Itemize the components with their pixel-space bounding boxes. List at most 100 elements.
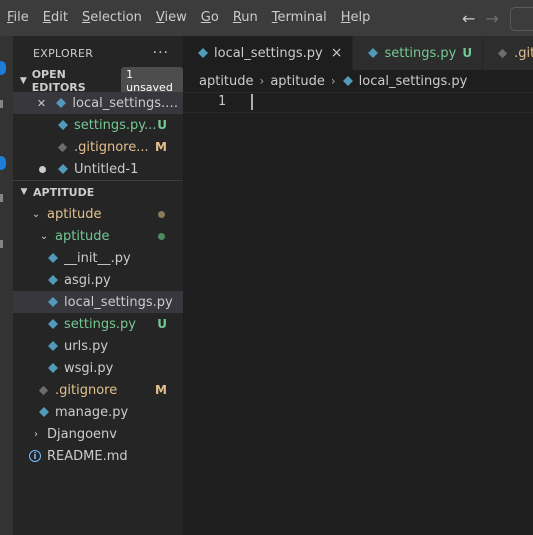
untracked-status: U	[462, 46, 473, 60]
modified-dot-icon	[158, 210, 165, 218]
tree-folder-aptitude-inner[interactable]: ⌄ aptitude	[13, 225, 183, 247]
tree-file-readme[interactable]: i README.md	[13, 445, 183, 467]
workspace-header[interactable]: ▼ APTITUDE	[13, 181, 183, 203]
workspace-label: APTITUDE	[33, 185, 95, 199]
open-editors-header[interactable]: ▼ OPEN EDITORS 1 unsaved	[13, 67, 183, 95]
modified-status: M	[155, 140, 167, 154]
run-debug-icon[interactable]	[0, 194, 3, 202]
python-icon	[48, 363, 58, 373]
source-control-badge-icon[interactable]	[0, 156, 6, 170]
python-icon	[58, 120, 68, 130]
modified-status: M	[155, 383, 167, 397]
tree-item-label: settings.py	[64, 316, 136, 332]
explorer-title: EXPLORER	[33, 46, 94, 60]
chevron-down-icon: ▼	[20, 187, 28, 197]
tree-file-wsgi[interactable]: wsgi.py	[13, 357, 183, 379]
tree-item-label: wsgi.py	[64, 360, 114, 376]
menu-run[interactable]: Run	[226, 0, 265, 36]
python-icon	[58, 164, 68, 174]
open-editor-local-settings[interactable]: ✕ local_settings.py...	[13, 92, 183, 114]
python-icon	[48, 275, 58, 285]
arrow-right-icon[interactable]: →	[485, 9, 498, 28]
python-icon	[48, 341, 58, 351]
tree-item-label: README.md	[47, 448, 128, 464]
open-editor-label: .gitignore...	[74, 139, 149, 155]
python-icon	[56, 98, 67, 108]
tab-label: local_settings.py	[214, 45, 323, 61]
tab-label: settings.py	[384, 45, 457, 61]
tree-item-label: __init__.py	[64, 250, 131, 266]
tree-item-label: urls.py	[64, 338, 109, 354]
more-actions-icon[interactable]: ···	[153, 45, 169, 61]
open-editor-gitignore[interactable]: .gitignore... M	[13, 136, 183, 158]
info-icon: i	[29, 450, 41, 462]
python-icon	[48, 297, 58, 307]
python-icon	[368, 48, 379, 58]
line-number: 1	[218, 94, 226, 109]
menu-edit[interactable]: Edit	[36, 0, 75, 36]
open-editor-settings[interactable]: settings.py... U	[13, 114, 183, 136]
tree-file-local-settings[interactable]: local_settings.py	[13, 291, 183, 313]
menu-terminal[interactable]: Terminal	[265, 0, 334, 36]
tab-local-settings[interactable]: local_settings.py ×	[183, 36, 354, 70]
tree-file-settings[interactable]: settings.py U	[13, 313, 183, 335]
unsaved-badge: 1 unsaved	[121, 67, 183, 95]
open-editor-untitled[interactable]: Untitled-1	[13, 158, 183, 180]
menu-help[interactable]: Help	[334, 0, 378, 36]
git-icon	[38, 385, 49, 395]
breadcrumb-item[interactable]: aptitude	[199, 74, 254, 89]
breadcrumb: aptitude › aptitude › local_settings.py	[199, 70, 467, 92]
git-icon	[498, 48, 508, 58]
breadcrumb-item[interactable]: aptitude	[270, 74, 325, 89]
explorer-badge-icon[interactable]	[0, 61, 6, 75]
explorer-header: EXPLORER ···	[13, 36, 183, 70]
untracked-dot-icon	[158, 232, 165, 240]
menu-go[interactable]: Go	[194, 0, 226, 36]
tree-item-label: .gitignore	[55, 382, 118, 398]
tree-file-asgi[interactable]: asgi.py	[13, 269, 183, 291]
arrow-left-icon[interactable]: ←	[462, 9, 475, 28]
chevron-right-icon: ›	[330, 74, 336, 88]
tree-folder-aptitude[interactable]: ⌄ aptitude	[13, 203, 183, 225]
explorer-sidebar: EXPLORER ··· ▼ OPEN EDITORS 1 unsaved ✕ …	[13, 36, 183, 535]
tab-settings[interactable]: settings.py U	[353, 36, 484, 70]
open-editor-label: Untitled-1	[74, 161, 139, 177]
chevron-right-icon: ›	[34, 428, 38, 440]
tree-file-manage[interactable]: manage.py	[13, 401, 183, 423]
search-icon[interactable]	[0, 100, 3, 108]
tree-item-label: local_settings.py	[64, 294, 173, 310]
dirty-dot-icon[interactable]	[35, 163, 49, 176]
chevron-right-icon: ›	[259, 74, 265, 88]
close-icon[interactable]: ×	[331, 45, 343, 61]
tree-file-urls[interactable]: urls.py	[13, 335, 183, 357]
command-center[interactable]	[510, 7, 533, 31]
breadcrumb-item[interactable]: local_settings.py	[359, 74, 468, 89]
menu-selection[interactable]: Selection	[75, 0, 149, 36]
extensions-icon[interactable]	[0, 240, 3, 248]
menu-view[interactable]: View	[149, 0, 194, 36]
menu-bar: File Edit Selection View Go Run Terminal…	[0, 0, 533, 36]
python-icon	[48, 253, 58, 263]
open-editor-label: settings.py...	[74, 117, 157, 133]
tree-item-label: aptitude	[47, 206, 102, 222]
python-icon	[342, 76, 353, 86]
chevron-down-icon: ▼	[19, 76, 27, 86]
python-icon	[39, 407, 49, 417]
tree-item-label: Djangoenv	[47, 426, 117, 442]
tree-file-init[interactable]: __init__.py	[13, 247, 183, 269]
git-icon	[57, 142, 68, 152]
activity-bar	[0, 36, 13, 535]
editor-tabs: local_settings.py × settings.py U .gitig	[183, 36, 533, 70]
tab-label: .gitig	[514, 45, 533, 61]
current-line-highlight[interactable]	[183, 92, 533, 113]
close-icon[interactable]: ✕	[35, 97, 48, 110]
tree-item-label: manage.py	[55, 404, 129, 420]
tree-file-gitignore[interactable]: .gitignore M	[13, 379, 183, 401]
open-editors-label: OPEN EDITORS	[31, 68, 86, 94]
python-icon	[48, 319, 58, 329]
tree-folder-djangoenv[interactable]: › Djangoenv	[13, 423, 183, 445]
untracked-status: U	[157, 317, 167, 331]
untracked-status: U	[157, 118, 167, 132]
tab-gitignore[interactable]: .gitig	[483, 36, 533, 70]
menu-file[interactable]: File	[0, 0, 36, 36]
